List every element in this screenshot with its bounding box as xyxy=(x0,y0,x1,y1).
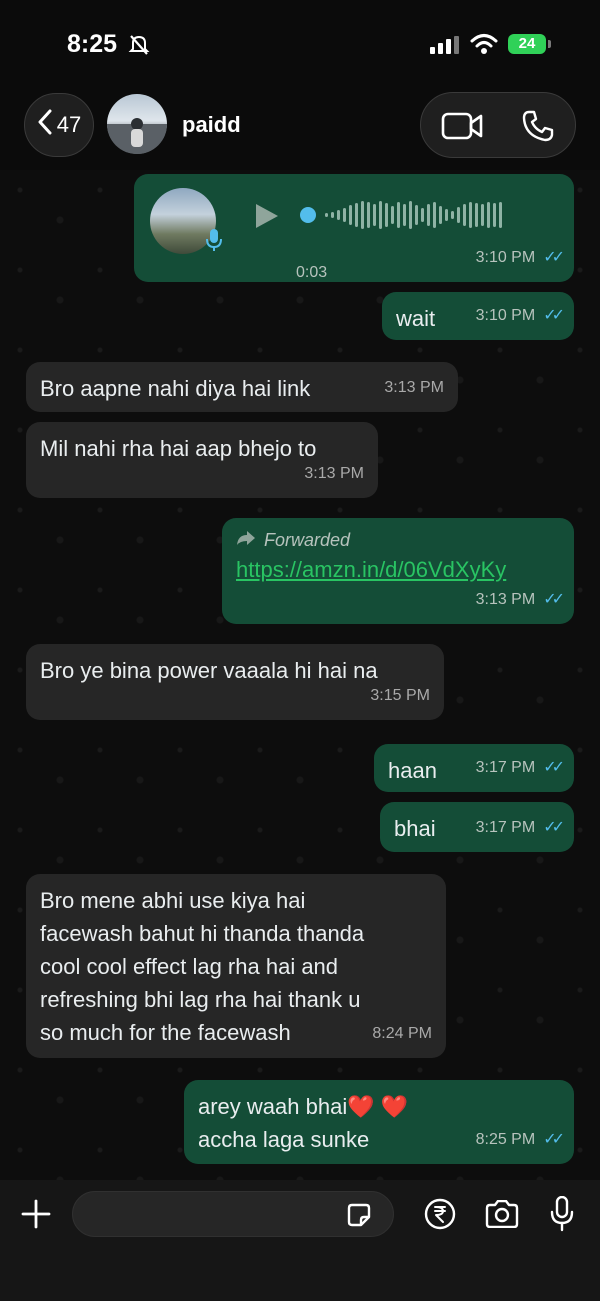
message-time: 8:24 PM xyxy=(372,1025,432,1042)
mic-icon xyxy=(206,228,222,261)
message-time: 3:10 PM xyxy=(475,307,536,324)
muted-bell-icon xyxy=(128,34,150,61)
double-check-icon: ✓✓ xyxy=(543,249,565,266)
message-meta: 3:13 PM xyxy=(304,457,364,490)
incoming-message[interactable]: Bro aapne nahi diya hai link 3:13 PM xyxy=(26,362,458,412)
message-time: 3:15 PM xyxy=(370,687,430,704)
double-check-icon: ✓✓ xyxy=(543,307,565,324)
video-call-icon[interactable] xyxy=(441,111,485,146)
message-line: refreshing bhi lag rha hai thank u xyxy=(40,987,361,1012)
status-bar: 8:25 24 xyxy=(0,0,600,90)
outgoing-message[interactable]: wait 3:10 PM ✓✓ xyxy=(382,292,574,340)
double-check-icon: ✓✓ xyxy=(543,591,565,608)
message-line: facewash bahut hi thanda thanda xyxy=(40,921,365,946)
forwarded-text: Forwarded xyxy=(264,530,351,550)
outgoing-message[interactable]: haan 3:17 PM ✓✓ xyxy=(374,744,574,792)
message-meta: 8:25 PM ✓✓ xyxy=(475,1123,565,1156)
mic-icon[interactable] xyxy=(550,1195,574,1237)
outgoing-message[interactable]: arey waah bhai❤️ ❤️ accha laga sunke 8:2… xyxy=(184,1080,574,1164)
message-text: bhai xyxy=(394,816,436,841)
message-time: 3:10 PM xyxy=(475,249,536,266)
battery-icon: 24 xyxy=(508,34,551,54)
message-text: haan xyxy=(388,758,437,783)
voice-message[interactable]: 0:03 3:10 PM ✓✓ xyxy=(134,174,574,282)
call-actions xyxy=(420,92,576,158)
message-text: Mil nahi rha hai aap bhejo to xyxy=(40,436,317,461)
message-time: 8:25 PM xyxy=(475,1131,536,1148)
chevron-left-icon xyxy=(37,109,53,141)
message-text: Bro ye bina power vaaala hi hai na xyxy=(40,658,378,683)
message-line: Bro mene abhi use kiya hai xyxy=(40,888,306,913)
unread-count: 47 xyxy=(56,112,82,137)
message-time: 3:13 PM xyxy=(384,379,444,396)
rupee-icon[interactable] xyxy=(424,1198,456,1235)
message-text: Bro aapne nahi diya hai link xyxy=(40,376,311,401)
contact-avatar[interactable] xyxy=(107,94,167,154)
message-meta: 8:24 PM xyxy=(372,1017,432,1050)
message-time: 3:13 PM xyxy=(304,465,364,482)
forward-arrow-icon xyxy=(236,528,256,552)
status-time: 8:25 xyxy=(67,30,118,58)
outgoing-message[interactable]: bhai 3:17 PM ✓✓ xyxy=(380,802,574,852)
wifi-icon xyxy=(470,33,498,60)
voice-waveform[interactable] xyxy=(300,201,502,229)
message-meta: 3:15 PM xyxy=(370,679,430,712)
chat-area[interactable]: 0:03 3:10 PM ✓✓ wait 3:10 PM ✓✓ Bro aapne … xyxy=(0,170,600,1180)
phone-icon[interactable] xyxy=(521,109,555,148)
incoming-message[interactable]: Mil nahi rha hai aap bhejo to 3:13 PM xyxy=(26,422,378,498)
message-meta: 3:10 PM ✓✓ xyxy=(475,299,565,332)
sticker-icon[interactable] xyxy=(346,1202,372,1233)
message-time: 3:17 PM xyxy=(475,819,536,836)
double-check-icon: ✓✓ xyxy=(543,819,565,836)
message-meta: 3:17 PM ✓✓ xyxy=(475,751,565,784)
incoming-message[interactable]: Bro ye bina power vaaala hi hai na 3:15 … xyxy=(26,644,444,720)
forwarded-message[interactable]: Forwarded https://amzn.in/d/06VdXyKy 3:1… xyxy=(222,518,574,624)
message-line: arey waah bhai❤️ ❤️ xyxy=(198,1094,409,1119)
message-text: wait xyxy=(396,306,436,331)
incoming-message[interactable]: Bro mene abhi use kiya hai facewash bahu… xyxy=(26,874,446,1058)
message-time: 3:13 PM xyxy=(475,591,536,608)
signal-icon xyxy=(430,36,460,59)
double-check-icon: ✓✓ xyxy=(543,759,565,776)
message-meta: 3:13 PM xyxy=(384,371,444,404)
plus-icon[interactable] xyxy=(20,1198,52,1230)
message-meta: 3:10 PM ✓✓ xyxy=(475,241,565,274)
contact-name[interactable]: paidd xyxy=(182,112,241,138)
forwarded-label: Forwarded xyxy=(236,528,560,552)
message-time: 3:17 PM xyxy=(475,759,536,776)
double-check-icon: ✓✓ xyxy=(543,1131,565,1148)
chat-header: 47 paidd xyxy=(0,90,600,170)
voice-duration: 0:03 xyxy=(296,264,328,281)
back-button[interactable]: 47 xyxy=(24,93,94,157)
message-line: cool cool effect lag rha hai and xyxy=(40,954,339,979)
input-bar xyxy=(0,1180,600,1301)
message-meta: 3:17 PM ✓✓ xyxy=(475,811,565,844)
waveform-progress-dot[interactable] xyxy=(300,207,316,223)
camera-icon[interactable] xyxy=(484,1199,520,1233)
message-meta: 3:13 PM ✓✓ xyxy=(475,583,565,616)
play-icon[interactable] xyxy=(252,202,280,239)
